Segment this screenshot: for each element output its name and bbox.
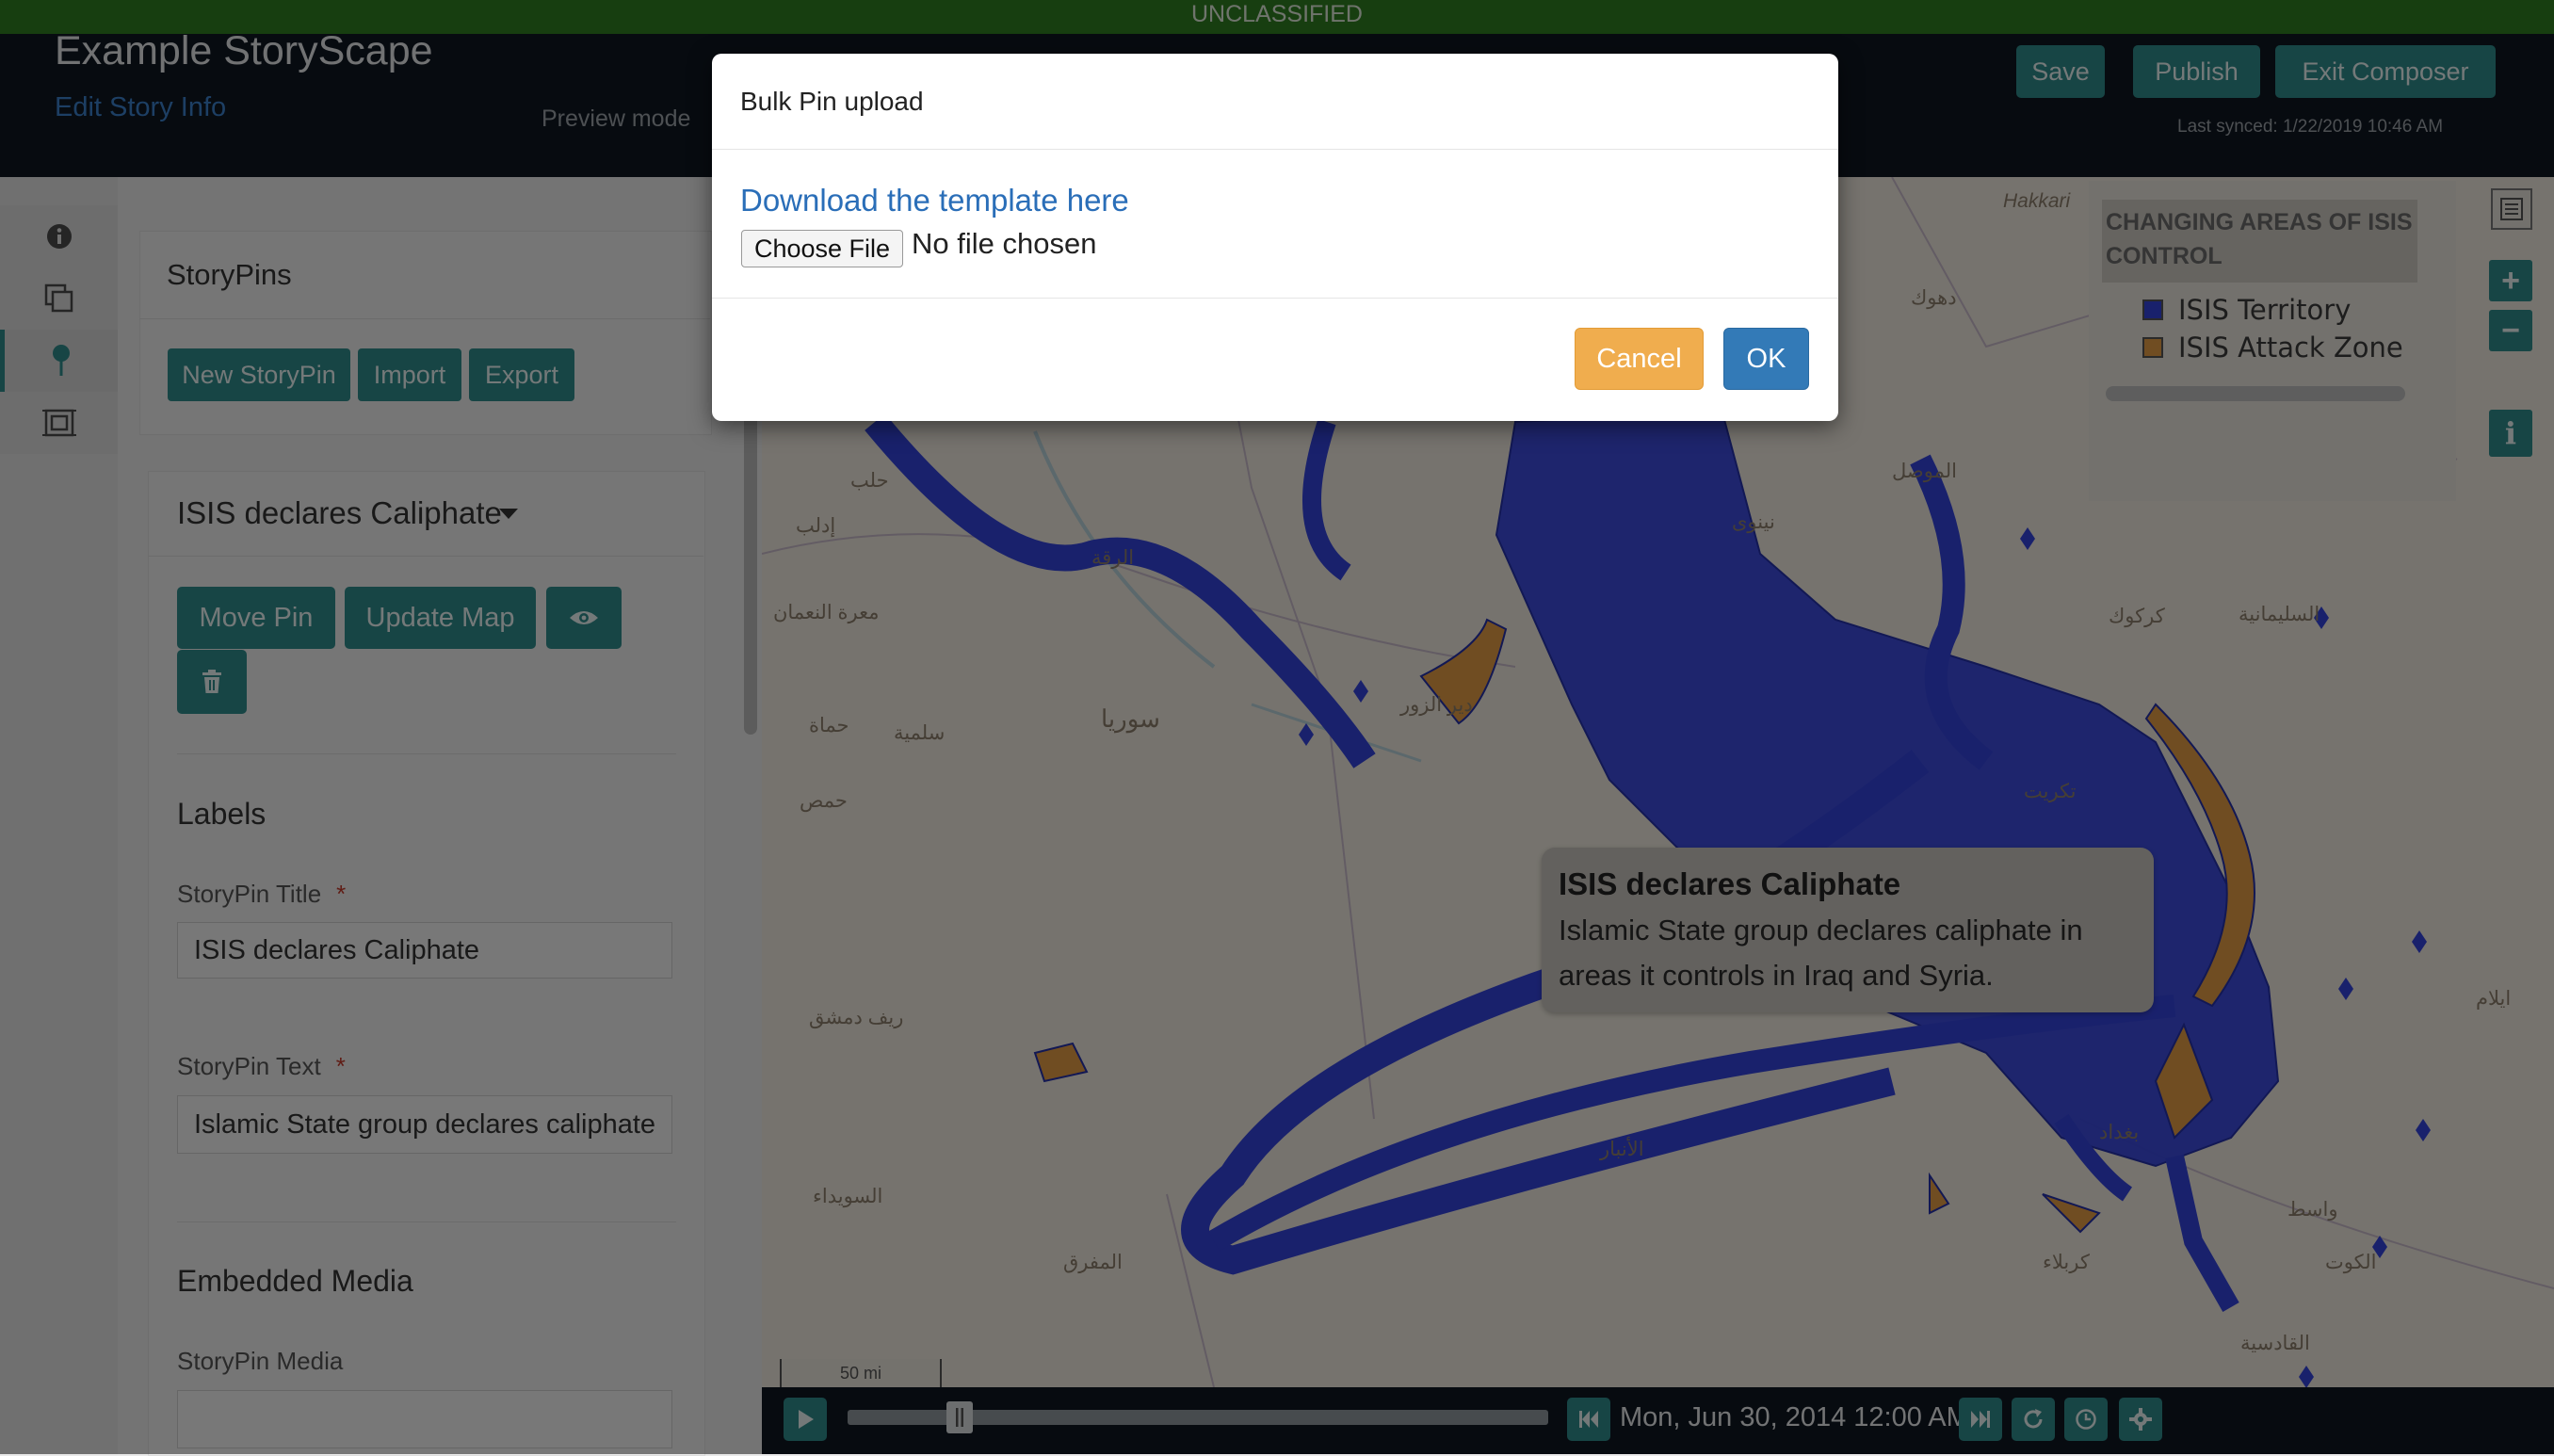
download-template-link[interactable]: Download the template here bbox=[740, 183, 1129, 218]
dialog-title: Bulk Pin upload bbox=[740, 87, 924, 116]
cancel-button[interactable]: Cancel bbox=[1575, 328, 1704, 390]
divider bbox=[712, 149, 1838, 150]
ok-button[interactable]: OK bbox=[1723, 328, 1809, 390]
choose-file-button[interactable]: Choose File bbox=[741, 230, 903, 267]
file-status-text: No file chosen bbox=[912, 227, 1097, 260]
divider bbox=[712, 298, 1838, 299]
